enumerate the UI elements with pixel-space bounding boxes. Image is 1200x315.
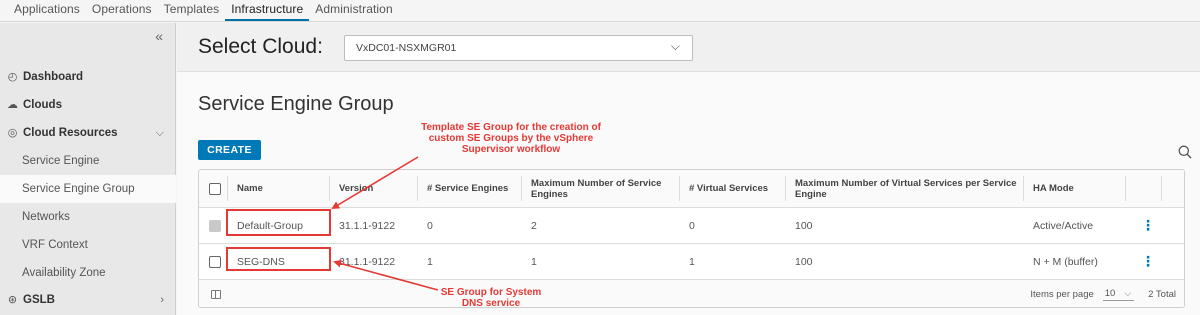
- cloud-icon: ☁: [7, 98, 18, 111]
- service-engine-group-table: Name Version # Service Engines Maximum N…: [198, 169, 1185, 308]
- sidebar-item-label: GSLB: [23, 294, 55, 306]
- sidebar-item-service-engine[interactable]: Service Engine: [0, 147, 176, 175]
- cloud-select-value: VxDC01-NSXMGR01: [356, 42, 457, 54]
- sidebar-item-label: Clouds: [23, 99, 62, 111]
- cloud-resources-icon: ◎: [7, 126, 18, 139]
- sidebar-item-label: Dashboard: [23, 71, 84, 83]
- total-count: 2 Total: [1148, 288, 1176, 300]
- column-divider: [785, 176, 786, 201]
- column-divider: [329, 176, 330, 201]
- column-divider: [1161, 176, 1162, 201]
- items-per-page-label: Items per page: [1030, 288, 1094, 300]
- dashboard-icon: ◴: [7, 70, 18, 83]
- chevron-down-icon: ⌵: [1124, 287, 1132, 298]
- table-row[interactable]: SEG-DNS 31.1.1-9122 1 1 1 100 N + M (buf…: [199, 244, 1184, 280]
- column-header-max-service-engines[interactable]: Maximum Number of Service Engines: [523, 170, 679, 207]
- cell-max-vs-per-se: 100: [795, 255, 813, 268]
- tab-infrastructure[interactable]: Infrastructure: [225, 2, 310, 21]
- row-select-cell: [201, 208, 227, 243]
- column-toggle-cell: [203, 280, 233, 307]
- sidebar-item-gslb[interactable]: ⊛ GSLB ›: [0, 286, 176, 314]
- tab-administration[interactable]: Administration: [309, 2, 398, 21]
- table-row[interactable]: Default-Group 31.1.1-9122 0 2 0 100 Acti…: [199, 208, 1184, 244]
- select-cloud-label: Select Cloud:: [198, 35, 323, 58]
- annotation-text-template-group: Template SE Group for the creation of cu…: [421, 122, 601, 155]
- sidebar-item-vrf-context[interactable]: VRF Context: [0, 231, 176, 259]
- sidebar: « ◴ Dashboard ☁ Clouds ◎ Cloud Resources…: [0, 23, 176, 315]
- column-divider: [1023, 176, 1024, 201]
- sidebar-item-label: Networks: [22, 211, 70, 223]
- cell-version: 31.1.1-9122: [339, 219, 396, 232]
- sidebar-item-label: VRF Context: [22, 239, 88, 251]
- column-header-virtual-services[interactable]: # Virtual Services: [681, 170, 785, 207]
- search-icon[interactable]: [1178, 145, 1192, 159]
- table-header: Name Version # Service Engines Maximum N…: [199, 170, 1184, 208]
- page-title: Service Engine Group: [198, 93, 394, 115]
- column-divider: [521, 176, 522, 201]
- cell-ha-mode: N + M (buffer): [1033, 255, 1098, 268]
- chevron-down-icon: ⌵: [155, 126, 164, 139]
- sidebar-item-label: Service Engine Group: [22, 183, 135, 195]
- column-divider: [679, 176, 680, 201]
- column-toggle-icon[interactable]: [211, 289, 221, 299]
- create-button[interactable]: CREATE: [198, 140, 261, 160]
- select-all-checkbox[interactable]: [209, 182, 221, 195]
- chevron-down-icon: ⌵: [670, 39, 680, 53]
- cell-service-engines: 1: [427, 255, 433, 268]
- annotation-text-dns-group: SE Group for System DNS service: [440, 287, 542, 309]
- sidebar-item-label: Availability Zone: [22, 267, 106, 279]
- cloud-selector-bar: Select Cloud: VxDC01-NSXMGR01 ⌵: [177, 23, 1200, 72]
- column-header-ha-mode[interactable]: HA Mode: [1025, 170, 1125, 207]
- sidebar-item-networks[interactable]: Networks: [0, 203, 176, 231]
- row-actions-kebab-icon[interactable]: ⋮: [1133, 244, 1157, 279]
- sidebar-item-label: Service Engine: [22, 155, 100, 167]
- sidebar-item-availability-zone[interactable]: Availability Zone: [0, 259, 176, 287]
- cell-virtual-services: 1: [689, 255, 695, 268]
- row-checkbox[interactable]: [209, 255, 221, 268]
- tab-operations[interactable]: Operations: [86, 2, 158, 21]
- sidebar-item-service-engine-group[interactable]: Service Engine Group: [0, 175, 176, 203]
- cell-max-service-engines: 1: [531, 255, 537, 268]
- cell-virtual-services: 0: [689, 219, 695, 232]
- tab-templates[interactable]: Templates: [158, 2, 226, 21]
- sidebar-item-label: Cloud Resources: [23, 127, 118, 139]
- column-divider: [1125, 176, 1126, 201]
- row-actions-kebab-icon[interactable]: ⋮: [1133, 208, 1157, 243]
- cell-max-service-engines: 2: [531, 219, 537, 232]
- column-header-name[interactable]: Name: [229, 170, 329, 207]
- column-header-version[interactable]: Version: [331, 170, 417, 207]
- column-header-service-engines[interactable]: # Service Engines: [419, 170, 521, 207]
- pagination: Items per page 10 ⌵ 2 Total: [999, 280, 1184, 307]
- gslb-icon: ⊛: [7, 293, 18, 306]
- tab-applications[interactable]: Applications: [8, 2, 86, 21]
- row-select-cell: [201, 244, 227, 279]
- select-all-cell: [201, 170, 227, 207]
- sidebar-item-cloud-resources[interactable]: ◎ Cloud Resources ⌵: [0, 119, 176, 147]
- column-divider: [417, 176, 418, 201]
- sidebar-item-dashboard[interactable]: ◴ Dashboard: [0, 63, 176, 91]
- top-navigation: Applications Operations Templates Infras…: [0, 0, 1200, 22]
- annotation-box-seg-dns: [226, 247, 331, 271]
- items-per-page-value: 10: [1104, 287, 1116, 299]
- column-divider: [227, 176, 228, 201]
- items-per-page-select[interactable]: 10 ⌵: [1102, 287, 1135, 301]
- cell-service-engines: 0: [427, 219, 433, 232]
- cell-max-vs-per-se: 100: [795, 219, 813, 232]
- cloud-select[interactable]: VxDC01-NSXMGR01 ⌵: [344, 35, 693, 61]
- collapse-sidebar-icon[interactable]: «: [155, 28, 163, 44]
- main-content: Select Cloud: VxDC01-NSXMGR01 ⌵ Service …: [177, 23, 1200, 315]
- row-checkbox-disabled: [209, 219, 221, 232]
- cell-ha-mode: Active/Active: [1033, 219, 1094, 232]
- chevron-right-icon: ›: [160, 294, 164, 306]
- annotation-box-default-group: [226, 209, 331, 236]
- cell-version: 31.1.1-9122: [339, 255, 396, 268]
- table-footer: Items per page 10 ⌵ 2 Total: [199, 280, 1184, 307]
- sidebar-item-clouds[interactable]: ☁ Clouds: [0, 91, 176, 119]
- column-header-max-vs-per-se[interactable]: Maximum Number of Virtual Services per S…: [787, 170, 1023, 207]
